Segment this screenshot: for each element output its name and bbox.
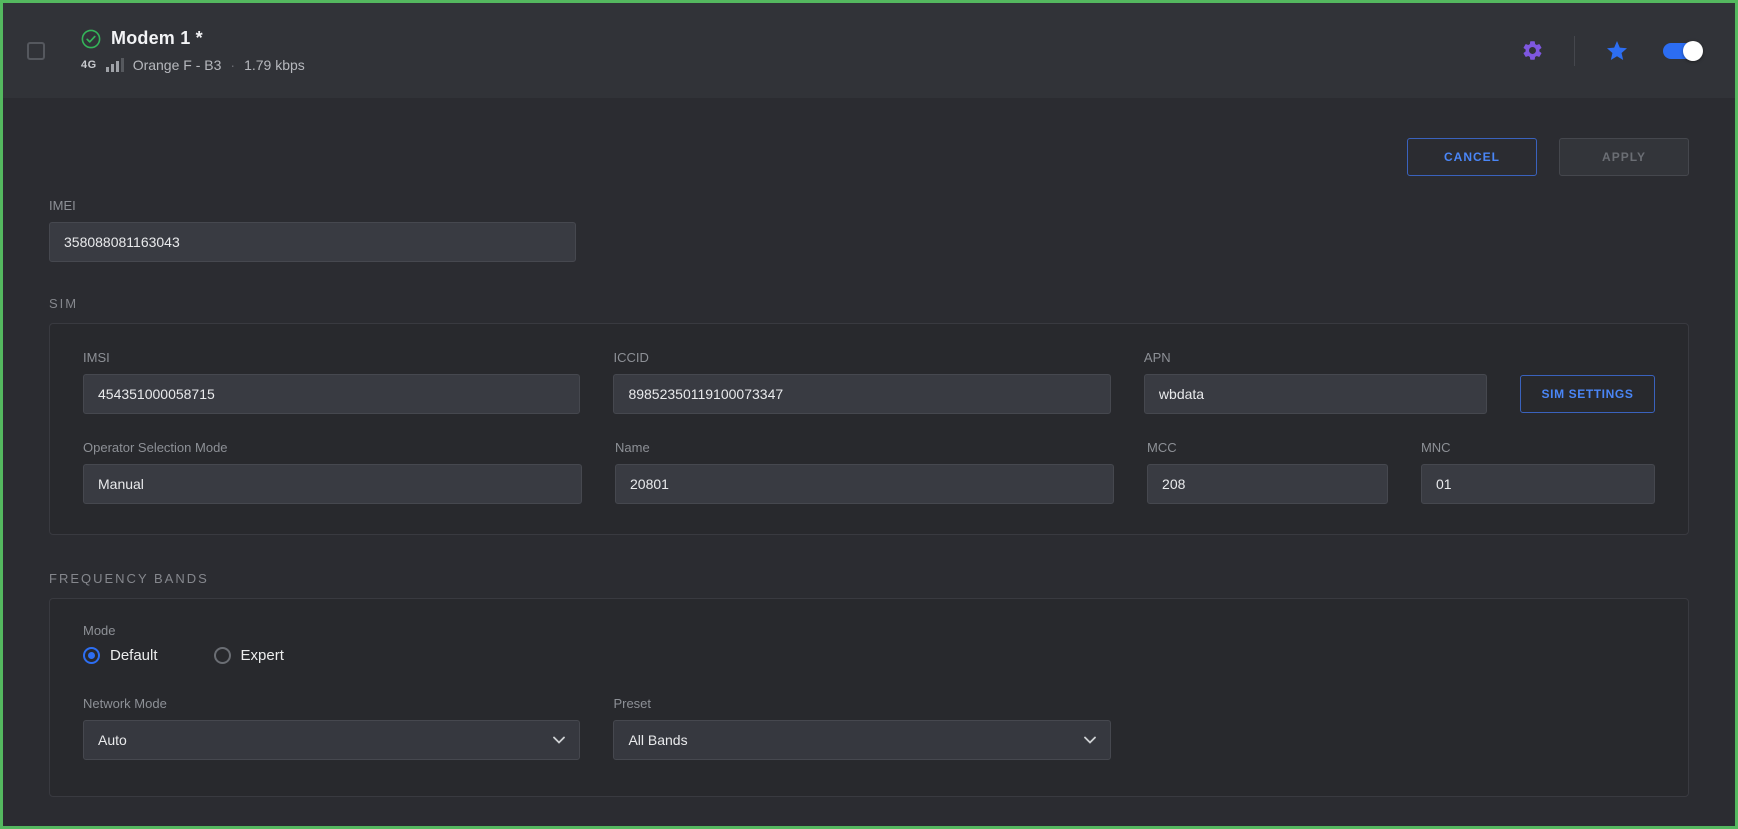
- modem-settings-form: CANCEL APPLY IMEI SIM IMSI ICCID: [3, 98, 1735, 797]
- apply-button[interactable]: APPLY: [1559, 138, 1689, 176]
- preset-field-block: Preset All Bands: [613, 696, 1110, 760]
- chevron-down-icon: [1084, 736, 1096, 744]
- name-label: Name: [615, 440, 1114, 455]
- throughput-label: 1.79 kbps: [244, 57, 305, 73]
- network-mode-label: Network Mode: [83, 696, 580, 711]
- iccid-input[interactable]: [613, 374, 1110, 414]
- preset-label: Preset: [613, 696, 1110, 711]
- mcc-field-block: MCC: [1147, 440, 1388, 504]
- apn-label: APN: [1144, 350, 1487, 365]
- signal-bars-icon: [106, 58, 124, 72]
- name-input[interactable]: [615, 464, 1114, 504]
- radio-expert-label: Expert: [241, 647, 284, 664]
- radio-unselected-icon: [214, 647, 231, 664]
- network-mode-value: Auto: [98, 732, 127, 748]
- modem-title: Modem 1 *: [111, 28, 203, 49]
- radio-expert[interactable]: Expert: [214, 647, 284, 664]
- operator-label: Orange F - B3: [133, 57, 222, 73]
- imsi-field-block: IMSI: [83, 350, 580, 414]
- iccid-field-block: ICCID: [613, 350, 1110, 414]
- sim-section: SIM IMSI ICCID APN SIM SETTINGS: [49, 296, 1689, 535]
- imei-field-block: IMEI: [49, 198, 576, 262]
- modem-settings-window: Modem 1 * 4G Orange F - B3 · 1.79 kbps: [0, 0, 1738, 829]
- toggle-knob: [1683, 41, 1703, 61]
- gear-icon[interactable]: [1521, 39, 1544, 62]
- imei-input[interactable]: [49, 222, 576, 262]
- chevron-down-icon: [553, 736, 565, 744]
- operator-mode-field-block: Operator Selection Mode: [83, 440, 582, 504]
- modem-title-block: Modem 1 * 4G Orange F - B3 · 1.79 kbps: [81, 28, 305, 73]
- mnc-field-block: MNC: [1421, 440, 1655, 504]
- name-field-block: Name: [615, 440, 1114, 504]
- modem-enabled-toggle[interactable]: [1663, 43, 1701, 59]
- operator-mode-label: Operator Selection Mode: [83, 440, 582, 455]
- network-mode-select[interactable]: Auto: [83, 720, 580, 760]
- imei-label: IMEI: [49, 198, 576, 213]
- frequency-bands-panel: Mode Default Expert Network Mode: [49, 598, 1689, 797]
- mode-radio-group: Default Expert: [83, 647, 1655, 664]
- form-actions: CANCEL APPLY: [49, 98, 1689, 176]
- network-type-label: 4G: [81, 59, 97, 71]
- preset-select[interactable]: All Bands: [613, 720, 1110, 760]
- frequency-dropdown-row: Network Mode Auto Preset All Bands: [83, 696, 1655, 760]
- imsi-label: IMSI: [83, 350, 580, 365]
- header-controls: [1521, 36, 1701, 66]
- apn-field-block: APN: [1144, 350, 1487, 414]
- mnc-input[interactable]: [1421, 464, 1655, 504]
- preset-value: All Bands: [628, 732, 687, 748]
- mcc-input[interactable]: [1147, 464, 1388, 504]
- mnc-label: MNC: [1421, 440, 1655, 455]
- radio-selected-icon: [83, 647, 100, 664]
- mcc-label: MCC: [1147, 440, 1388, 455]
- imsi-input[interactable]: [83, 374, 580, 414]
- frequency-bands-section: FREQUENCY BANDS Mode Default Expert Netw: [49, 571, 1689, 797]
- iccid-label: ICCID: [613, 350, 1110, 365]
- operator-mode-input[interactable]: [83, 464, 582, 504]
- header-divider: [1574, 36, 1575, 66]
- mode-label: Mode: [83, 623, 1655, 638]
- network-mode-field-block: Network Mode Auto: [83, 696, 580, 760]
- sim-panel: IMSI ICCID APN SIM SETTINGS Ope: [49, 323, 1689, 535]
- favorite-star-icon[interactable]: [1605, 39, 1629, 63]
- radio-default[interactable]: Default: [83, 647, 158, 664]
- sim-settings-button[interactable]: SIM SETTINGS: [1520, 375, 1655, 413]
- dot-separator: ·: [230, 57, 235, 73]
- frequency-bands-section-label: FREQUENCY BANDS: [49, 571, 1689, 586]
- cancel-button[interactable]: CANCEL: [1407, 138, 1537, 176]
- radio-default-label: Default: [110, 647, 158, 664]
- modem-header: Modem 1 * 4G Orange F - B3 · 1.79 kbps: [3, 3, 1735, 98]
- modem-select-checkbox[interactable]: [27, 42, 45, 60]
- status-ok-icon: [81, 29, 101, 49]
- apn-input[interactable]: [1144, 374, 1487, 414]
- sim-section-label: SIM: [49, 296, 1689, 311]
